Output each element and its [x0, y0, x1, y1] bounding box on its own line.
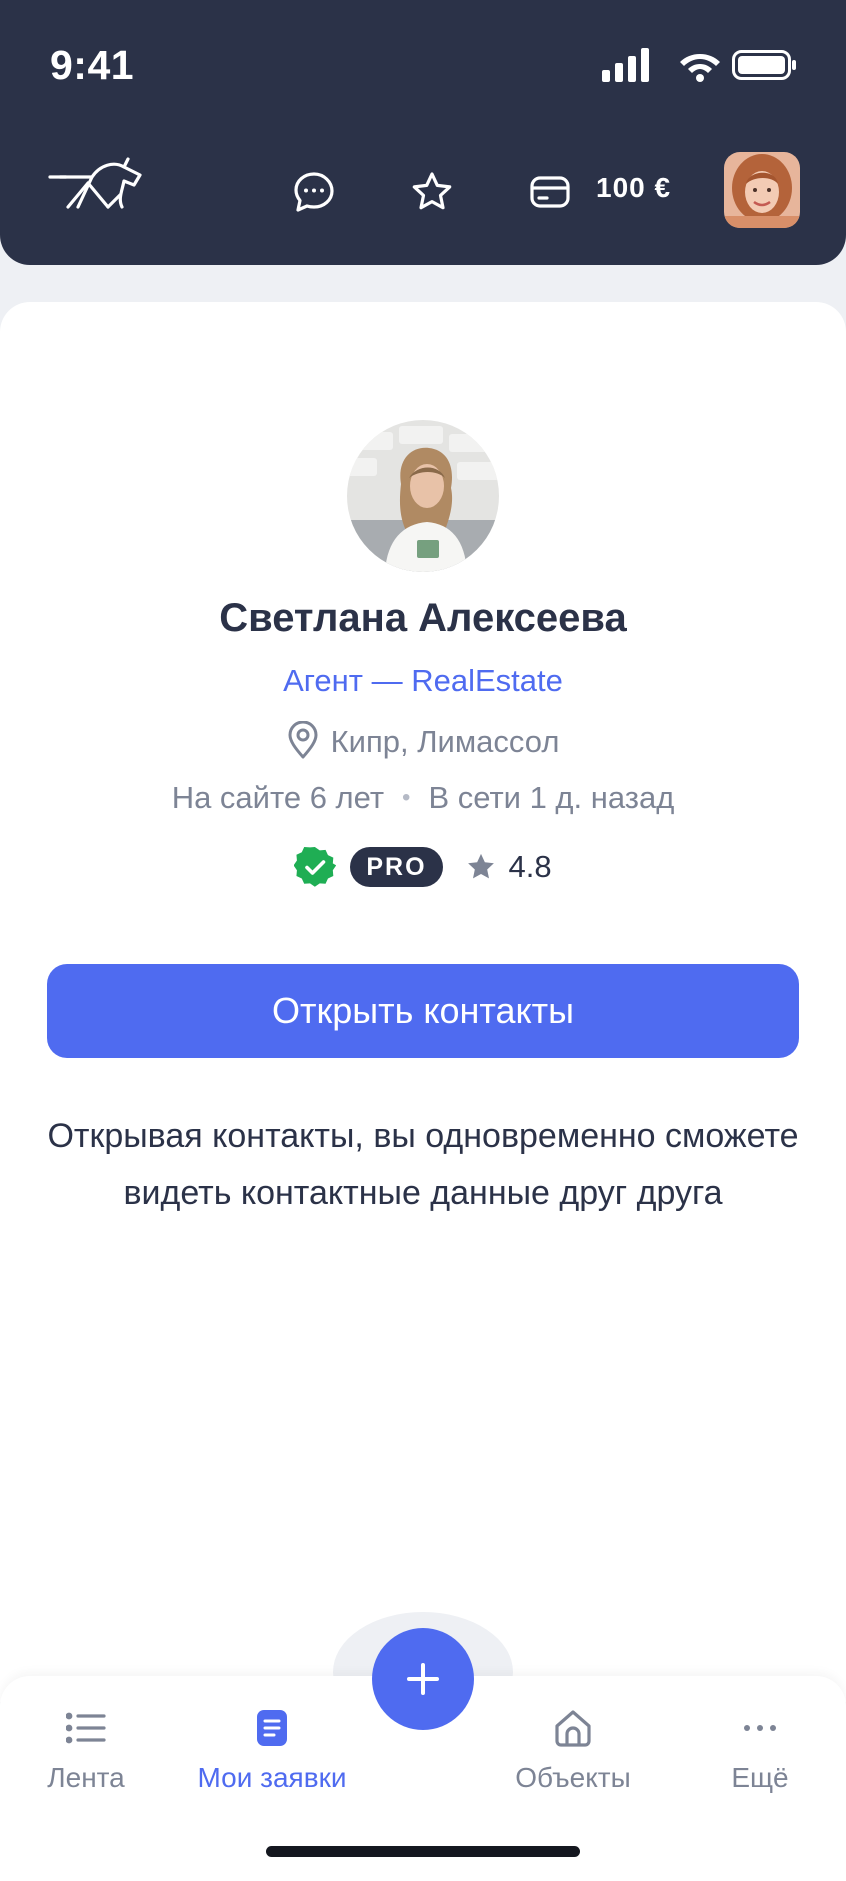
document-icon — [182, 1706, 362, 1750]
location-text: Кипр, Лимассол — [330, 724, 560, 759]
nav-item-my-requests[interactable]: Мои заявки — [182, 1706, 362, 1794]
add-button[interactable] — [372, 1628, 474, 1730]
wifi-icon — [680, 54, 720, 82]
star-outline-icon[interactable] — [410, 170, 454, 214]
on-site-duration: На сайте 6 лет — [171, 780, 385, 815]
profile-name: Светлана Алексеева — [219, 596, 627, 640]
last-online: В сети 1 д. назад — [428, 780, 675, 815]
verified-check-icon — [294, 846, 337, 887]
profile-badges: PRO 4.8 — [0, 846, 846, 888]
unicorn-logo-icon[interactable] — [48, 155, 146, 220]
open-contacts-button[interactable]: Открыть контакты — [47, 964, 799, 1058]
separator-dot: • — [402, 784, 411, 811]
nav-item-objects[interactable]: Объекты — [483, 1706, 663, 1794]
profile-activity: На сайте 6 лет • В сети 1 д. назад — [0, 780, 846, 816]
nav-item-more[interactable]: Ещё — [670, 1706, 846, 1794]
list-icon — [0, 1706, 176, 1750]
rating-value: 4.8 — [508, 849, 552, 884]
balance-amount[interactable]: 100 € — [596, 172, 671, 204]
more-dots-icon — [670, 1706, 846, 1750]
pro-badge: PRO — [350, 847, 443, 887]
chat-icon[interactable] — [292, 170, 336, 214]
nav-item-feed[interactable]: Лента — [0, 1706, 176, 1794]
profile-role-link[interactable]: Агент — RealEstate — [0, 663, 846, 699]
card-icon[interactable] — [528, 170, 572, 214]
status-time: 9:41 — [50, 42, 135, 88]
location-pin-icon — [288, 720, 318, 759]
contacts-hint-text: Открывая контакты, вы одновременно сможе… — [47, 1117, 799, 1212]
signal-icon — [602, 48, 649, 82]
home-icon — [483, 1706, 663, 1750]
home-indicator[interactable] — [266, 1846, 580, 1857]
nav-label: Лента — [47, 1762, 125, 1793]
plus-icon — [407, 1663, 439, 1695]
nav-label: Ещё — [731, 1762, 789, 1793]
profile-location: Кипр, Лимассол — [0, 720, 846, 760]
battery-icon — [732, 50, 796, 80]
top-header: 9:41 100 € — [0, 0, 846, 265]
nav-label: Мои заявки — [197, 1762, 347, 1793]
nav-label: Объекты — [515, 1762, 631, 1793]
rating-star-icon — [467, 853, 494, 879]
user-avatar[interactable] — [724, 152, 800, 228]
profile-avatar — [347, 420, 499, 572]
